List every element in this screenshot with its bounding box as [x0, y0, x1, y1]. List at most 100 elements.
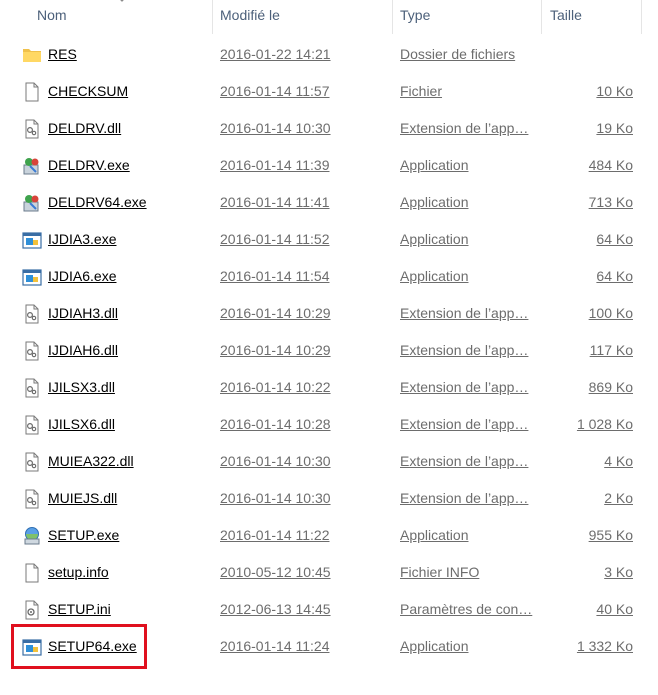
file-name[interactable]: CHECKSUM [48, 73, 128, 110]
file-row-muiejs-dll[interactable]: MUIEJS.dll 2016-01-14 10:30 Extension de l… [0, 480, 658, 517]
file-name[interactable]: RES [48, 36, 77, 73]
file-type: Dossier de fichiers [400, 46, 516, 62]
file-type: Application [400, 527, 469, 543]
column-header-name[interactable]: Nom [37, 0, 67, 34]
dll-icon [22, 415, 42, 435]
file-size: 64 Ko [596, 268, 633, 284]
file-modified-date: 2016-01-14 10:30 [220, 453, 331, 469]
app-icon [22, 267, 42, 287]
sort-chevron-icon[interactable] [116, 0, 128, 4]
file-name[interactable]: IJILSX3.dll [48, 369, 115, 406]
file-name[interactable]: IJDIAH3.dll [48, 295, 118, 332]
file-modified-date: 2016-01-14 11:39 [220, 157, 330, 173]
highlight-box [11, 624, 147, 669]
file-type: Application [400, 157, 469, 173]
file-row-ijilsx3-dll[interactable]: IJILSX3.dll 2016-01-14 10:22 Extension de … [0, 369, 658, 406]
file-size: 10 Ko [596, 83, 633, 99]
file-row-setup-info[interactable]: setup.info 2010-05-12 10:45 Fichier INFO 3 … [0, 554, 658, 591]
column-header-modified[interactable]: Modifié le [220, 0, 280, 34]
file-size: 19 Ko [596, 120, 633, 136]
file-name[interactable]: MUIEJS.dll [48, 480, 117, 517]
file-size: 484 Ko [588, 157, 633, 173]
dll-icon [22, 341, 42, 361]
dll-icon [22, 378, 42, 398]
file-size: 1 332 Ko [576, 638, 633, 654]
file-type: Application [400, 231, 469, 247]
installer-icon [22, 156, 42, 176]
file-type: Application [400, 194, 469, 210]
file-modified-date: 2016-01-14 11:54 [220, 268, 330, 284]
file-type: Application [400, 268, 469, 284]
file-modified-date: 2016-01-22 14:21 [220, 46, 331, 62]
file-size: 955 Ko [588, 527, 633, 543]
file-name[interactable]: DELDRV64.exe [48, 184, 147, 221]
file-name[interactable]: IJDIAH6.dll [48, 332, 118, 369]
file-row-deldrv64-exe[interactable]: DELDRV64.exe 2016-01-14 11:41 Application 7… [0, 184, 658, 221]
file-row-setup-exe[interactable]: SETUP.exe 2016-01-14 11:22 Application 955 … [0, 517, 658, 554]
column-divider[interactable] [541, 0, 542, 34]
file-type: Extension de l’app… [400, 416, 529, 432]
file-name[interactable]: SETUP.exe [48, 517, 119, 554]
file-name[interactable]: setup.info [48, 554, 109, 591]
file-name[interactable]: IJDIA3.exe [48, 221, 116, 258]
dll-icon [22, 119, 42, 139]
column-header-bar: Nom Modifié le Type Taille [0, 0, 658, 34]
file-type: Fichier INFO [400, 564, 480, 580]
file-modified-date: 2012-06-13 14:45 [220, 601, 331, 617]
file-row-muiea322-dll[interactable]: MUIEA322.dll 2016-01-14 10:30 Extension de… [0, 443, 658, 480]
file-type: Paramètres de con… [400, 601, 533, 617]
file-type: Extension de l’app… [400, 490, 529, 506]
file-row-ijdiah6-dll[interactable]: IJDIAH6.dll 2016-01-14 10:29 Extension de … [0, 332, 658, 369]
file-type: Extension de l’app… [400, 453, 529, 469]
column-divider[interactable] [392, 0, 393, 34]
file-name[interactable]: IJILSX6.dll [48, 406, 115, 443]
file-row-deldrv-exe[interactable]: DELDRV.exe 2016-01-14 11:39 Application 484… [0, 147, 658, 184]
file-type: Extension de l’app… [400, 379, 529, 395]
file-modified-date: 2016-01-14 11:57 [220, 83, 330, 99]
column-divider[interactable] [641, 0, 642, 34]
file-size: 3 Ko [604, 564, 633, 580]
file-type: Extension de l’app… [400, 342, 529, 358]
file-size: 100 Ko [588, 305, 633, 321]
file-row-checksum[interactable]: CHECKSUM 2016-01-14 11:57 Fichier 10 Ko [0, 73, 658, 110]
file-name[interactable]: DELDRV.exe [48, 147, 130, 184]
column-header-type[interactable]: Type [400, 0, 430, 34]
file-size: 2 Ko [604, 490, 633, 506]
settings-file-icon [22, 600, 42, 620]
file-row-ijilsx6-dll[interactable]: IJILSX6.dll 2016-01-14 10:28 Extension de … [0, 406, 658, 443]
file-name[interactable]: DELDRV.dll [48, 110, 121, 147]
file-row-ijdiah3-dll[interactable]: IJDIAH3.dll 2016-01-14 10:29 Extension de … [0, 295, 658, 332]
file-row-ijdia3-exe[interactable]: IJDIA3.exe 2016-01-14 11:52 Application 64 … [0, 221, 658, 258]
file-name[interactable]: IJDIA6.exe [48, 258, 116, 295]
file-type: Extension de l’app… [400, 305, 529, 321]
app-icon [22, 230, 42, 250]
file-row-setup-ini[interactable]: SETUP.ini 2012-06-13 14:45 Paramètres de c… [0, 591, 658, 628]
file-name[interactable]: SETUP.ini [48, 591, 111, 628]
file-size: 1 028 Ko [576, 416, 633, 432]
dll-icon [22, 452, 42, 472]
file-modified-date: 2016-01-14 11:52 [220, 231, 330, 247]
file-modified-date: 2010-05-12 10:45 [220, 564, 331, 580]
dll-icon [22, 304, 42, 324]
file-icon [22, 563, 42, 583]
file-type: Application [400, 638, 469, 654]
file-modified-date: 2016-01-14 10:22 [220, 379, 331, 395]
file-size: 64 Ko [596, 231, 633, 247]
setup-icon [22, 526, 42, 546]
column-header-size[interactable]: Taille [550, 0, 582, 34]
file-type: Fichier [400, 83, 443, 99]
file-size: 869 Ko [588, 379, 633, 395]
column-divider[interactable] [212, 0, 213, 34]
file-modified-date: 2016-01-14 10:30 [220, 490, 331, 506]
file-row-ijdia6-exe[interactable]: IJDIA6.exe 2016-01-14 11:54 Application 64 … [0, 258, 658, 295]
file-size: 117 Ko [589, 342, 633, 358]
dll-icon [22, 489, 42, 509]
file-name[interactable]: MUIEA322.dll [48, 443, 134, 480]
file-row-res[interactable]: RES 2016-01-22 14:21 Dossier de fichiers [0, 36, 658, 73]
file-size: 40 Ko [596, 601, 633, 617]
installer-icon [22, 193, 42, 213]
folder-icon [22, 45, 42, 65]
file-type: Extension de l’app… [400, 120, 529, 136]
file-row-deldrv-dll[interactable]: DELDRV.dll 2016-01-14 10:30 Extension de l… [0, 110, 658, 147]
file-modified-date: 2016-01-14 10:29 [220, 342, 331, 358]
